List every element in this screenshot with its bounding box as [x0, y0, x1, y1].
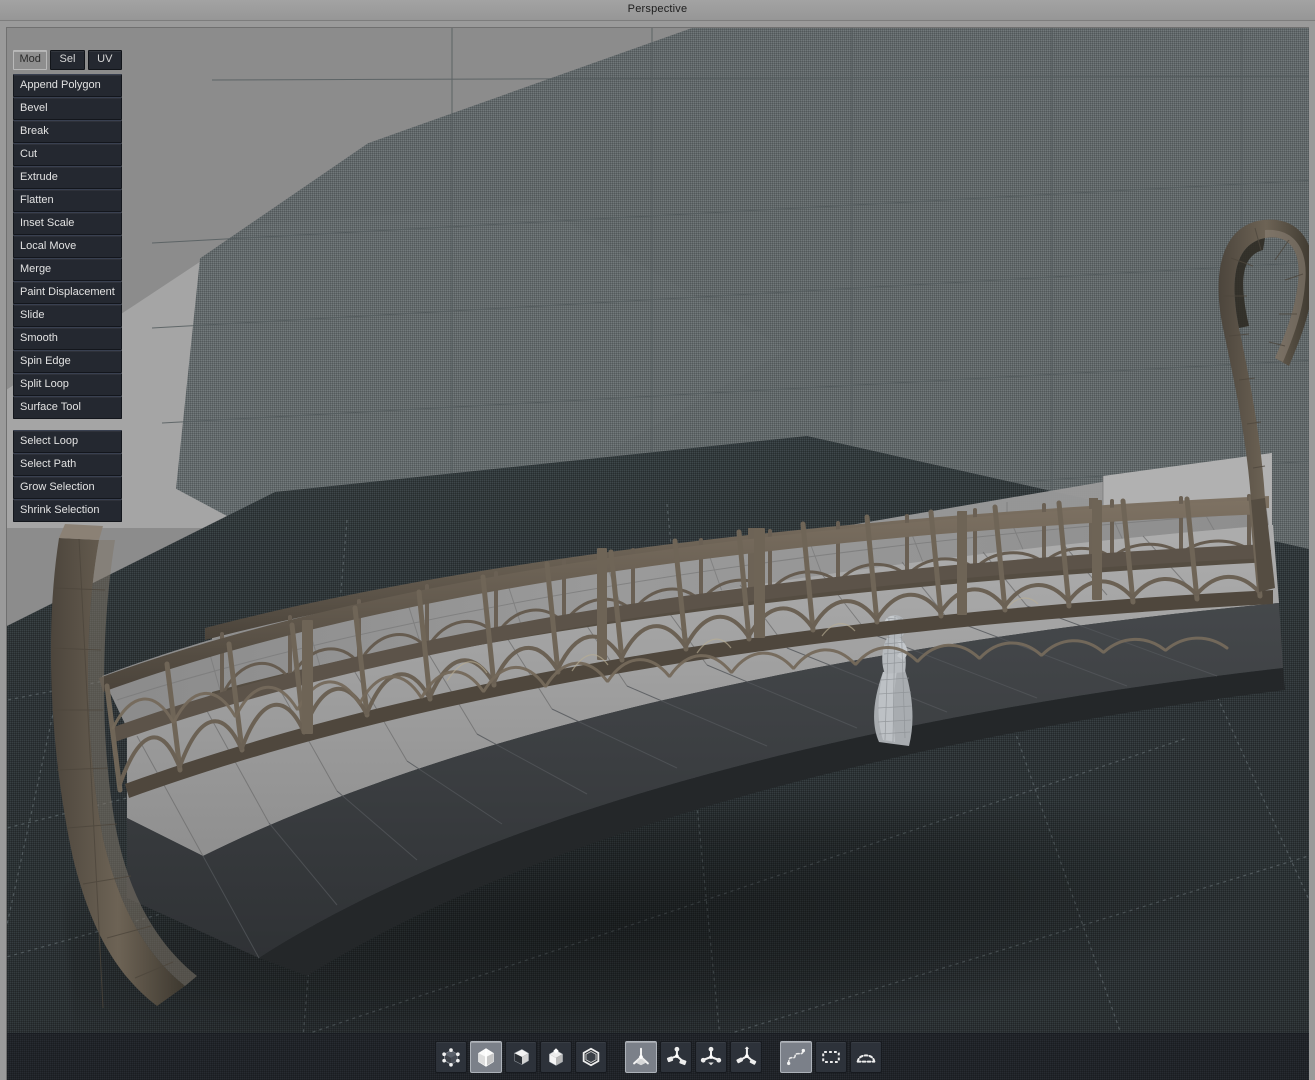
tab-uv[interactable]: UV	[87, 50, 122, 70]
axis-gizmo-icon	[633, 1047, 649, 1066]
object-mode-button[interactable]	[575, 1041, 607, 1073]
menu-item-append-polygon[interactable]: Append Polygon	[13, 74, 122, 97]
menu-item-smooth[interactable]: Smooth	[13, 327, 122, 350]
rectangle-select-icon	[822, 1050, 840, 1064]
face-mode-button[interactable]	[505, 1041, 537, 1073]
tab-mod[interactable]: Mod	[13, 50, 48, 70]
menu-item-spin-edge[interactable]: Spin Edge	[13, 350, 122, 373]
universal-gizmo-button[interactable]	[730, 1041, 762, 1073]
tab-sel[interactable]: Sel	[50, 50, 85, 70]
tool-panel-tabs[interactable]: Mod Sel UV	[13, 50, 122, 70]
menu-item-inset-scale[interactable]: Inset Scale	[13, 212, 122, 235]
menu-item-break[interactable]: Break	[13, 120, 122, 143]
vertex-mode-icon	[442, 1048, 460, 1067]
lasso-select-icon	[787, 1048, 805, 1066]
ship-model[interactable]	[7, 28, 1309, 1080]
app-window: Perspective Mod Sel UV Append Polygon Be…	[0, 0, 1315, 1080]
menu-item-extrude[interactable]: Extrude	[13, 166, 122, 189]
menu-group-modeling: Append Polygon Bevel Break Cut Extrude F…	[13, 74, 122, 419]
object-mode-icon	[582, 1047, 600, 1067]
menu-item-grow-selection[interactable]: Grow Selection	[13, 476, 122, 499]
menu-item-shrink-selection[interactable]: Shrink Selection	[13, 499, 122, 522]
component-mode-group	[435, 1041, 607, 1073]
title-bar: Perspective	[0, 0, 1315, 21]
rotate-gizmo-icon	[666, 1046, 687, 1066]
viewport-frame: Mod Sel UV Append Polygon Bevel Break Cu…	[0, 21, 1315, 1080]
menu-item-surface-tool[interactable]: Surface Tool	[13, 396, 122, 419]
paint-select-icon	[856, 1054, 876, 1063]
3d-viewport[interactable]: Mod Sel UV Append Polygon Bevel Break Cu…	[6, 27, 1309, 1080]
menu-item-slide[interactable]: Slide	[13, 304, 122, 327]
menu-item-cut[interactable]: Cut	[13, 143, 122, 166]
menu-item-paint-displacement[interactable]: Paint Displacement	[13, 281, 122, 304]
menu-group-separator	[13, 419, 122, 430]
scale-gizmo-icon	[700, 1046, 722, 1066]
bottom-toolbar[interactable]	[7, 1033, 1309, 1080]
axis-gizmo-button[interactable]	[625, 1041, 657, 1073]
universal-gizmo-icon	[736, 1046, 757, 1065]
rotate-gizmo-button[interactable]	[660, 1041, 692, 1073]
menu-item-flatten[interactable]: Flatten	[13, 189, 122, 212]
edge-mode-icon	[478, 1048, 494, 1067]
menu-item-select-loop[interactable]: Select Loop	[13, 430, 122, 453]
paint-select-button[interactable]	[850, 1041, 882, 1073]
face-mode-icon	[514, 1049, 529, 1065]
viewport-title: Perspective	[627, 3, 688, 15]
transform-gizmo-group	[625, 1041, 762, 1073]
scale-gizmo-button[interactable]	[695, 1041, 727, 1073]
modeling-tool-panel[interactable]: Mod Sel UV Append Polygon Bevel Break Cu…	[13, 50, 122, 522]
rectangle-select-button[interactable]	[815, 1041, 847, 1073]
polygon-mode-icon	[549, 1048, 563, 1066]
menu-item-local-move[interactable]: Local Move	[13, 235, 122, 258]
lasso-select-button[interactable]	[780, 1041, 812, 1073]
edge-mode-button[interactable]	[470, 1041, 502, 1073]
selection-shape-group	[780, 1041, 882, 1073]
menu-group-selection: Select Loop Select Path Grow Selection S…	[13, 430, 122, 522]
menu-item-split-loop[interactable]: Split Loop	[13, 373, 122, 396]
polygon-mode-button[interactable]	[540, 1041, 572, 1073]
menu-item-bevel[interactable]: Bevel	[13, 97, 122, 120]
vertex-mode-button[interactable]	[435, 1041, 467, 1073]
menu-item-select-path[interactable]: Select Path	[13, 453, 122, 476]
menu-item-merge[interactable]: Merge	[13, 258, 122, 281]
